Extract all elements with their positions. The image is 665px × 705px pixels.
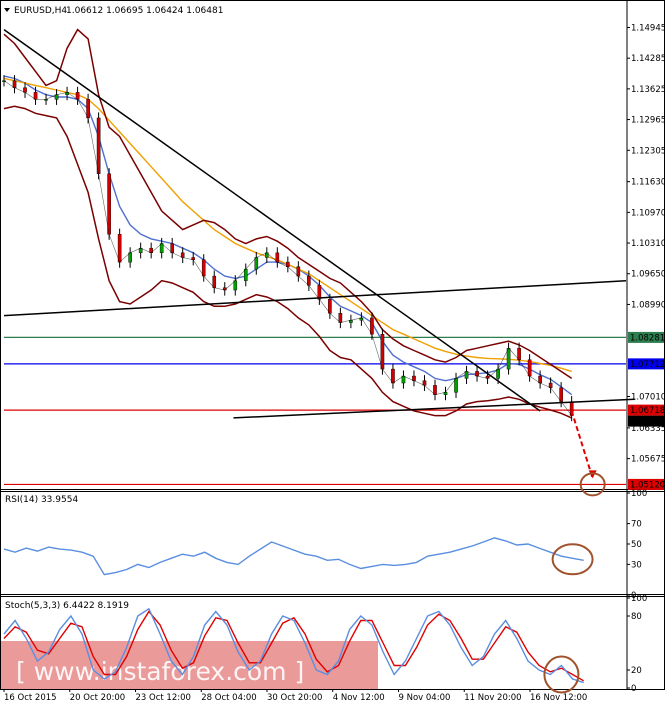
rsi-circle: [551, 543, 594, 576]
dropdown-icon: [4, 8, 10, 12]
level-label-1.06718: 1.06718: [630, 406, 665, 416]
candle-body: [517, 347, 521, 360]
price-tick-label: 1.11630: [631, 178, 665, 188]
candle-body: [212, 275, 217, 288]
price-tick-label: 1.05675: [631, 455, 665, 465]
candle-body: [527, 359, 532, 377]
price-tick-label: 1.10310: [631, 239, 665, 249]
panel-frames: [0, 0, 665, 690]
price-tick-label: 1.10970: [631, 208, 665, 218]
price-tick-label: 1.13625: [631, 85, 665, 95]
candle-body: [296, 266, 301, 277]
candle-body: [559, 387, 563, 402]
level-label-1.07712: 1.07712: [630, 360, 665, 370]
price-tick-label: 1.06335: [631, 424, 665, 434]
symbol-header: EURUSD,H4: [14, 6, 67, 16]
candle-body: [433, 385, 437, 395]
rsi-tick-label: 70: [631, 520, 642, 530]
x-tick-label: 16 Oct 2015: [4, 693, 57, 703]
candle-body: [243, 268, 248, 281]
rsi-header: RSI(14) 33.9554: [5, 495, 78, 505]
x-tick-label: 23 Oct 12:00: [136, 693, 191, 703]
price-tick-label: 1.12965: [631, 116, 665, 126]
rsi-tick-label: 100: [631, 489, 647, 499]
level-label-1.08281: 1.08281: [630, 333, 665, 343]
stoch-header: Stoch(5,3,3) 6.4422 8.1919: [5, 601, 129, 611]
candle-body: [328, 299, 332, 314]
candle-body: [506, 347, 511, 370]
candle-body: [128, 252, 132, 263]
rsi-tick-label: 30: [631, 560, 642, 570]
forecast-arrow-shaft: [570, 410, 594, 479]
x-tick-label: 28 Oct 04:00: [201, 693, 256, 703]
stoch-tick-label: 100: [631, 594, 647, 604]
x-tick-label: 9 Nov 04:00: [399, 693, 451, 703]
candle-body: [96, 117, 101, 174]
stochastic-panel: [ www.instaforex.com ]Stoch(5,3,3) 6.442…: [1, 601, 585, 694]
candle-body: [454, 378, 458, 393]
bollinger-upper-line: [3, 28, 573, 380]
trendline-1: [3, 279, 627, 317]
candle-body: [380, 334, 385, 370]
candle-body: [117, 234, 122, 263]
price-tick-label: 1.12305: [631, 146, 665, 156]
candle-body: [370, 317, 374, 335]
x-tick-label: 11 Nov 20:00: [464, 693, 521, 703]
ohlc-header: 1.06612 1.06695 1.06424 1.06481: [66, 6, 223, 16]
price-tick-label: 1.14945: [631, 23, 665, 33]
x-tick-label: 20 Oct 20:00: [70, 693, 125, 703]
candle-body: [391, 368, 395, 384]
x-tick-label: 4 Nov 12:00: [333, 693, 385, 703]
x-tick-label: 16 Nov 12:00: [530, 693, 587, 703]
price-tick-label: 1.08990: [631, 300, 665, 310]
trendline-0: [3, 28, 541, 412]
stoch-tick-label: 80: [631, 612, 642, 622]
price-tick-label: 1.07010: [631, 393, 665, 403]
rsi-tick-label: 50: [631, 540, 642, 550]
candle-body: [307, 275, 311, 286]
rsi-panel: RSI(14) 33.9554: [3, 495, 594, 576]
stoch-tick-label: 0: [631, 684, 636, 694]
chart-svg: EURUSD,H41.06612 1.06695 1.06424 1.06481…: [0, 0, 665, 703]
candle-body: [86, 99, 90, 119]
candle-body: [201, 259, 206, 277]
x-tick-label: 30 Oct 20:00: [267, 693, 322, 703]
candle-body: [338, 313, 343, 323]
stoch-tick-label: 20: [631, 666, 642, 676]
price-panel: EURUSD,H41.06612 1.06695 1.06424 1.06481: [2, 6, 635, 497]
rsi-frame: [0, 489, 665, 597]
candle-body: [107, 173, 111, 235]
rsi-line: [3, 537, 584, 576]
chart-root: EURUSD,H4 1.06612 1.06695 1.06424 1.06481…: [0, 0, 665, 705]
price-tick-label: 1.14285: [631, 54, 665, 64]
price-tick-label: 1.09650: [631, 270, 665, 280]
candle-body: [254, 257, 259, 270]
